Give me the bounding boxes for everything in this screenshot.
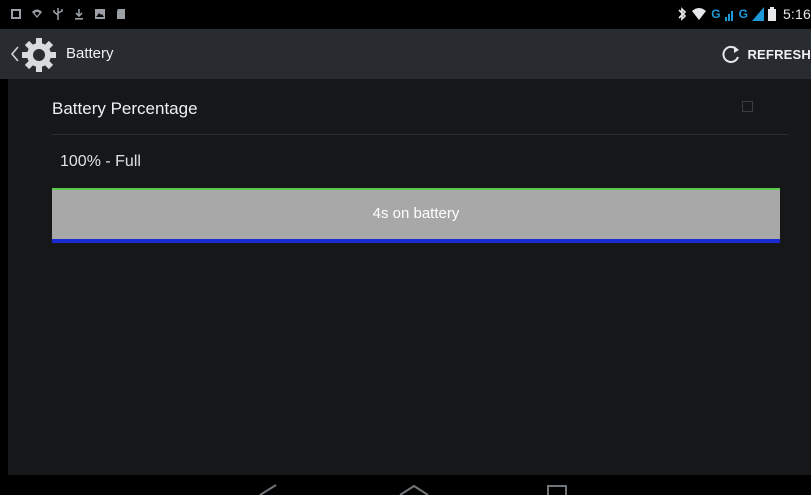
usb-icon (53, 8, 63, 20)
action-bar: Battery REFRESH (0, 29, 811, 79)
battery-percentage-preference[interactable]: Battery Percentage (52, 79, 788, 135)
navigation-bar (0, 475, 811, 495)
recents-icon[interactable] (544, 481, 570, 495)
battery-settings-screen: G G 5:16 Battery REFRESH Battery Percent… (0, 0, 811, 495)
back-icon[interactable] (256, 481, 282, 495)
battery-percentage-checkbox[interactable] (742, 101, 753, 112)
notification-icon (11, 9, 21, 19)
refresh-button[interactable]: REFRESH (720, 41, 811, 67)
cell-signal-icon-2 (751, 7, 764, 21)
battery-history-graph[interactable]: 4s on battery (52, 188, 780, 243)
cell-signal-icon (724, 11, 733, 21)
battery-percentage-label: Battery Percentage (52, 99, 198, 118)
screenshot-icon (95, 9, 105, 19)
refresh-label: REFRESH (747, 46, 811, 62)
battery-time-label: 4s on battery (372, 205, 460, 222)
battery-content: Battery Percentage 100% - Full 4s on bat… (8, 79, 811, 475)
page-title: Battery (66, 45, 114, 62)
status-left-icons (10, 6, 127, 22)
status-bar: G G 5:16 (0, 0, 811, 29)
bluetooth-icon (678, 7, 687, 21)
wifi-icon (692, 8, 707, 20)
network-type-label: G (711, 7, 721, 21)
wifi-signal-icon (32, 9, 42, 18)
home-icon[interactable] (397, 481, 431, 495)
sd-card-icon (117, 9, 125, 19)
status-time: 5:16 (782, 6, 811, 22)
settings-gear-icon[interactable] (20, 36, 58, 74)
battery-level-text: 100% - Full (60, 153, 141, 170)
refresh-icon (722, 45, 740, 63)
status-right-icons: G G 5:16 (677, 4, 811, 24)
network-type-label-2: G (738, 7, 748, 21)
battery-icon (767, 7, 776, 21)
back-caret-icon[interactable] (10, 46, 20, 62)
download-icon (75, 9, 83, 20)
